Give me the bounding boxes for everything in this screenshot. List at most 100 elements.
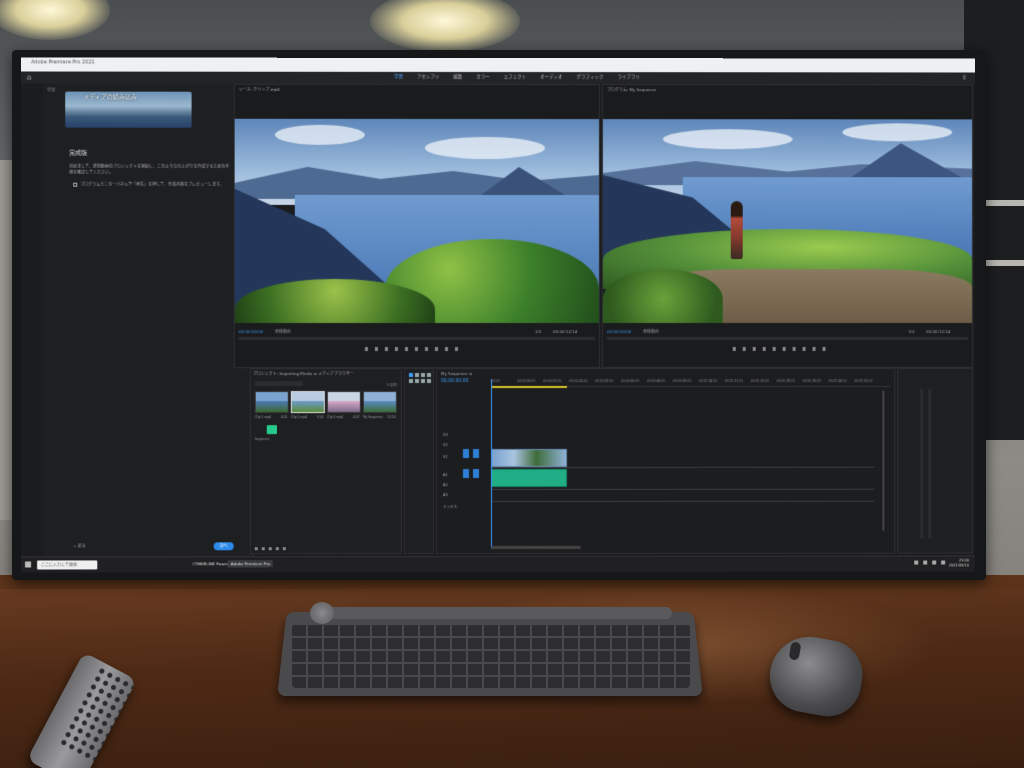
project-clip-name: Clip 3.mp4 xyxy=(326,415,344,420)
project-clip-thumbnail[interactable] xyxy=(326,391,361,414)
track-header-a2[interactable]: A2 xyxy=(437,481,491,491)
step-forward-icon[interactable] xyxy=(414,347,418,352)
ripple-edit-tool-icon[interactable] xyxy=(420,373,425,378)
network-icon[interactable] xyxy=(914,560,919,565)
track-select-tool-icon[interactable] xyxy=(414,373,419,378)
step-back-icon[interactable] xyxy=(394,347,398,352)
learn-step-text: プログラムモニターパネルで「再生」を押して、作成内容をプレビューします。 xyxy=(80,181,224,187)
next-button[interactable]: 次へ xyxy=(213,542,234,551)
play-icon[interactable] xyxy=(772,346,776,351)
learn-panel: 学習 メディアの読み込み 完成版 初めまして、新規動画のプロジェクトを開始し、こ… xyxy=(43,83,254,557)
mark-in-icon[interactable] xyxy=(364,347,368,352)
insert-icon[interactable] xyxy=(434,347,438,352)
razor-tool-icon[interactable] xyxy=(426,373,431,378)
workspace-tab-audio[interactable]: オーディオ xyxy=(540,74,562,80)
workspace-tab-color[interactable]: カラー xyxy=(476,74,490,80)
hand-tool-icon[interactable] xyxy=(420,379,425,384)
track-header-a3[interactable]: A3 xyxy=(437,491,491,501)
back-button[interactable]: < 戻る xyxy=(73,543,86,549)
share-icon[interactable]: ⇪ xyxy=(962,74,967,81)
project-clip-thumbnail[interactable] xyxy=(254,391,289,414)
export-frame-icon[interactable] xyxy=(454,347,458,352)
overwrite-icon[interactable] xyxy=(444,347,448,352)
v1-source-patch[interactable] xyxy=(462,449,469,459)
track-header-v3[interactable]: V3 xyxy=(437,431,491,441)
zoom-slider-icon[interactable] xyxy=(282,547,286,551)
windows-taskbar: ここに入力して検索 CYBERLINK PowerDVD Adobe Premi… xyxy=(21,555,976,573)
lift-icon[interactable] xyxy=(802,346,806,351)
freeform-view-icon[interactable] xyxy=(275,547,279,551)
workspace-tab-assembly[interactable]: アセンブリ xyxy=(417,74,439,80)
project-panel-toolbar xyxy=(254,547,286,551)
learn-navigation: < 戻る 次へ xyxy=(73,542,234,551)
go-to-in-icon[interactable] xyxy=(752,346,756,351)
play-icon[interactable] xyxy=(404,347,408,352)
notification-icon[interactable] xyxy=(941,560,946,565)
a1-target-toggle[interactable] xyxy=(472,469,479,479)
source-monitor-tab[interactable]: ソース: クリップ.mp4 xyxy=(239,87,280,93)
extract-icon[interactable] xyxy=(812,346,816,351)
go-to-out-icon[interactable] xyxy=(792,346,796,351)
timeline-horizontal-scrollbar[interactable] xyxy=(490,545,581,550)
go-to-out-icon[interactable] xyxy=(424,347,428,352)
project-clip-thumbnail[interactable] xyxy=(290,391,325,414)
type-tool-icon[interactable] xyxy=(426,379,431,384)
icon-view-icon[interactable] xyxy=(268,547,272,551)
home-icon[interactable]: ⌂ xyxy=(27,74,31,82)
step-forward-icon[interactable] xyxy=(782,346,786,351)
program-fit-dropdown[interactable]: 全体表示 xyxy=(643,329,659,335)
sequence-icon[interactable] xyxy=(266,425,277,435)
program-monitor: プログラム: My Sequence 00;00;00;00 全体表示 1/2 … xyxy=(601,84,974,368)
source-timecode-in[interactable]: 00;00;00;00 xyxy=(239,329,263,334)
export-frame-icon[interactable] xyxy=(822,346,826,351)
v1-target-toggle[interactable] xyxy=(472,449,479,459)
ruler-tick: 00;00;24;00 xyxy=(568,378,588,383)
mark-out-icon[interactable] xyxy=(742,346,746,351)
program-scrub-bar[interactable] xyxy=(606,336,969,340)
selection-tool-icon[interactable] xyxy=(408,373,413,378)
ime-icon[interactable] xyxy=(932,560,937,565)
playhead[interactable] xyxy=(490,379,492,550)
step-back-icon[interactable] xyxy=(762,346,766,351)
volume-icon[interactable] xyxy=(923,560,928,565)
timeline-tab[interactable]: My Sequence ≡ xyxy=(441,371,472,376)
taskbar-app-premiere[interactable]: Adobe Premiere Pro xyxy=(227,560,274,568)
video-clip[interactable] xyxy=(490,448,567,468)
workspace-tab-libraries[interactable]: ライブラリ xyxy=(617,74,639,80)
program-resolution-dropdown[interactable]: 1/2 xyxy=(908,329,914,334)
workspace-tab-edit[interactable]: 編集 xyxy=(453,74,462,80)
project-clip-name: My Sequence xyxy=(362,415,384,420)
go-to-in-icon[interactable] xyxy=(384,347,388,352)
timeline-timecode[interactable]: 00;00;00;00 xyxy=(441,379,468,384)
project-search-input[interactable] xyxy=(254,381,303,387)
taskbar-search-input[interactable]: ここに入力して検索 xyxy=(37,560,98,570)
audio-clip[interactable] xyxy=(490,468,567,488)
project-clip-thumbnail[interactable] xyxy=(362,391,397,414)
a1-source-patch[interactable] xyxy=(462,469,469,479)
workspace-tab-graphics[interactable]: グラフィック xyxy=(576,74,603,80)
workspace-tab-learn[interactable]: 学習 xyxy=(394,74,403,80)
ruler-tick: 00;00 xyxy=(490,378,500,384)
source-fit-dropdown[interactable]: 全体表示 xyxy=(275,329,291,335)
mark-in-icon[interactable] xyxy=(732,346,736,351)
pen-tool-icon[interactable] xyxy=(414,379,419,384)
tools-panel xyxy=(403,368,434,555)
lock-icon[interactable] xyxy=(254,547,258,551)
list-view-icon[interactable] xyxy=(261,547,265,551)
source-scrub-bar[interactable] xyxy=(238,336,595,341)
workspace-tab-effects[interactable]: エフェクト xyxy=(504,74,526,80)
project-clip-duration: 4;07 xyxy=(352,415,360,420)
work-area-bar[interactable] xyxy=(490,385,567,389)
source-resolution-dropdown[interactable]: 1/2 xyxy=(535,329,541,334)
mark-out-icon[interactable] xyxy=(374,347,378,352)
windows-start-icon[interactable] xyxy=(25,561,32,568)
step-checkbox[interactable] xyxy=(73,182,78,187)
program-timecode-out: 00;00;12;14 xyxy=(926,328,951,334)
program-timecode-in[interactable]: 00;00;00;00 xyxy=(607,329,631,334)
track-header-mix[interactable]: ミックス xyxy=(437,503,491,513)
program-monitor-tab[interactable]: プログラム: My Sequence xyxy=(607,87,656,93)
timeline-vertical-scrollbar[interactable] xyxy=(882,390,885,531)
slip-tool-icon[interactable] xyxy=(408,379,413,384)
project-panel-tabs[interactable]: プロジェクト: Importing Media ≡ メディアブラウザー xyxy=(253,371,354,377)
taskbar-clock[interactable]: 21:00 2021/05/10 xyxy=(949,558,969,568)
